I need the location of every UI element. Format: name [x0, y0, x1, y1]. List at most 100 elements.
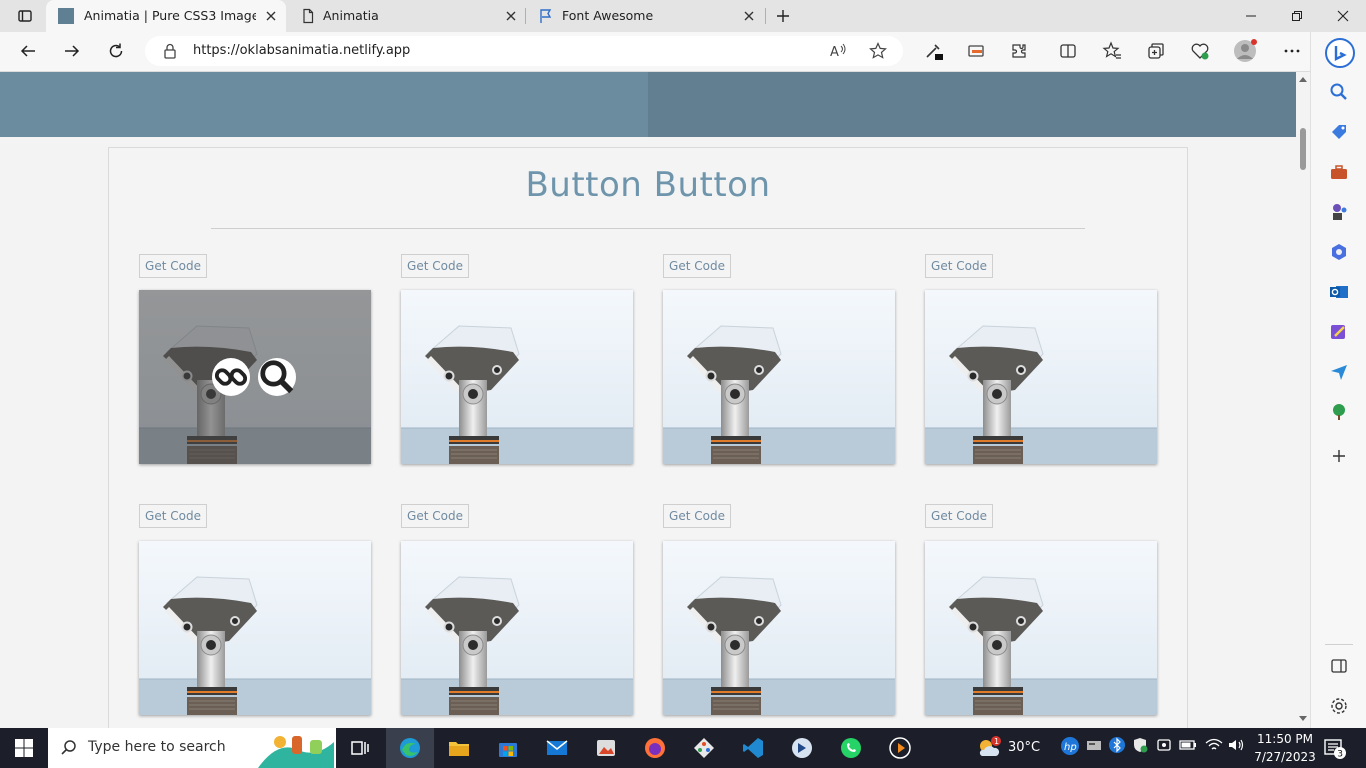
bluetooth-icon[interactable]: [1108, 736, 1132, 760]
scroll-up-icon[interactable]: [1299, 76, 1307, 82]
binocular-image: [925, 541, 1157, 715]
tab-title: Animatia | Pure CSS3 Image Hove: [84, 8, 256, 23]
back-icon[interactable]: [15, 38, 41, 64]
search-icon: [61, 740, 76, 755]
eyedropper-extension-icon[interactable]: [920, 38, 946, 64]
scroll-down-icon[interactable]: [1299, 716, 1307, 722]
task-view-icon[interactable]: [348, 736, 372, 760]
refresh-icon[interactable]: [103, 38, 129, 64]
security-shield-icon[interactable]: [1131, 736, 1155, 760]
mail-icon[interactable]: [545, 736, 569, 760]
tab-animatia-hover[interactable]: Animatia | Pure CSS3 Image Hove: [46, 0, 286, 32]
image-card[interactable]: [401, 290, 633, 464]
tab-title: Animatia: [323, 8, 379, 23]
drive-icon[interactable]: [1085, 736, 1109, 760]
tab-font-awesome[interactable]: Font Awesome: [526, 0, 764, 32]
read-aloud-icon[interactable]: A: [829, 42, 847, 60]
link-icon: [214, 368, 248, 386]
link-button[interactable]: [212, 358, 250, 396]
minimize-icon[interactable]: [1238, 3, 1264, 29]
close-tab-icon[interactable]: [742, 9, 756, 23]
media-player-icon[interactable]: [888, 736, 912, 760]
address-bar[interactable]: https://oklabsanimatia.netlify.app A: [145, 36, 903, 66]
hp-icon[interactable]: hp: [1060, 736, 1084, 760]
file-explorer-icon[interactable]: [447, 736, 471, 760]
vertical-scrollbar[interactable]: [1296, 72, 1310, 728]
forward-icon[interactable]: [59, 38, 85, 64]
tools-icon[interactable]: [1329, 162, 1349, 182]
header-banner-left: [0, 72, 648, 137]
tab-strip: Animatia | Pure CSS3 Image Hove Animatia…: [0, 0, 1366, 32]
send-icon[interactable]: [1329, 362, 1349, 382]
gear-icon[interactable]: [1329, 696, 1349, 716]
scrollbar-thumb[interactable]: [1300, 128, 1306, 170]
image-card[interactable]: [401, 541, 633, 715]
image-card[interactable]: [925, 290, 1157, 464]
tab-animatia[interactable]: Animatia: [288, 0, 524, 32]
designer-icon[interactable]: [1329, 322, 1349, 342]
battery-icon[interactable]: [1178, 736, 1202, 760]
meet-now-icon[interactable]: [1155, 736, 1179, 760]
collections-icon[interactable]: [1143, 38, 1169, 64]
bing-icon[interactable]: [1325, 38, 1355, 68]
settings-more-icon[interactable]: [1279, 38, 1305, 64]
app-launcher-icon[interactable]: [790, 736, 814, 760]
close-tab-icon[interactable]: [504, 9, 518, 23]
search-icon[interactable]: [1329, 82, 1349, 102]
image-card-hovered[interactable]: [139, 290, 371, 464]
store-icon[interactable]: [496, 736, 520, 760]
extensions-icon[interactable]: [1006, 38, 1032, 64]
image-card[interactable]: [663, 290, 895, 464]
clock-time[interactable]: 11:50 PM: [1252, 732, 1318, 746]
get-code-button[interactable]: Get Code: [925, 504, 993, 528]
temperature-text[interactable]: 30°C: [1008, 740, 1040, 755]
image-card[interactable]: [139, 541, 371, 715]
tree-icon[interactable]: [1329, 402, 1349, 422]
microsoft365-icon[interactable]: [1329, 242, 1349, 262]
profile-avatar[interactable]: [1232, 38, 1258, 64]
vscode-icon[interactable]: [741, 736, 765, 760]
outlook-icon[interactable]: [1329, 282, 1349, 302]
weather-icon[interactable]: 1: [976, 736, 1001, 760]
games-icon[interactable]: [1329, 202, 1349, 222]
firefox-icon[interactable]: [643, 736, 667, 760]
add-icon[interactable]: [1329, 446, 1349, 466]
browser-essentials-icon[interactable]: [1187, 38, 1213, 64]
favorite-star-icon[interactable]: [869, 42, 887, 60]
get-code-button[interactable]: Get Code: [139, 504, 207, 528]
split-screen-icon[interactable]: [1055, 38, 1081, 64]
photos-icon[interactable]: [594, 736, 618, 760]
favorites-icon[interactable]: [1099, 38, 1125, 64]
get-code-button[interactable]: Get Code: [925, 254, 993, 278]
taskbar-search-box[interactable]: Type here to search: [48, 728, 336, 768]
wifi-icon[interactable]: [1204, 736, 1228, 760]
close-tab-icon[interactable]: [264, 9, 278, 23]
get-code-button[interactable]: Get Code: [663, 504, 731, 528]
restore-icon[interactable]: [1284, 3, 1310, 29]
get-code-button[interactable]: Get Code: [401, 254, 469, 278]
url-text[interactable]: https://oklabsanimatia.netlify.app: [193, 43, 410, 58]
get-code-button[interactable]: Get Code: [401, 504, 469, 528]
clock-date[interactable]: 7/27/2023: [1252, 750, 1318, 764]
zoom-button[interactable]: [258, 358, 296, 396]
search-highlight-illustration: [258, 736, 334, 768]
windows-start-icon[interactable]: [12, 736, 36, 760]
git-tool-icon[interactable]: [692, 736, 716, 760]
edge-icon[interactable]: [398, 736, 422, 760]
volume-icon[interactable]: [1226, 736, 1250, 760]
lock-icon[interactable]: [163, 43, 177, 59]
shopping-tag-icon[interactable]: [1329, 122, 1349, 142]
binocular-image: [139, 541, 371, 715]
image-card[interactable]: [925, 541, 1157, 715]
binocular-image: [925, 290, 1157, 464]
notifications-icon[interactable]: 3: [1322, 736, 1346, 760]
sidebar-toggle-icon[interactable]: [1329, 656, 1349, 676]
tab-actions-icon[interactable]: [12, 3, 38, 29]
close-window-icon[interactable]: [1330, 3, 1356, 29]
whatsapp-icon[interactable]: [839, 736, 863, 760]
get-code-button[interactable]: Get Code: [663, 254, 731, 278]
screenshot-extension-icon[interactable]: [963, 38, 989, 64]
new-tab-icon[interactable]: [770, 3, 796, 29]
get-code-button[interactable]: Get Code: [139, 254, 207, 278]
image-card[interactable]: [663, 541, 895, 715]
